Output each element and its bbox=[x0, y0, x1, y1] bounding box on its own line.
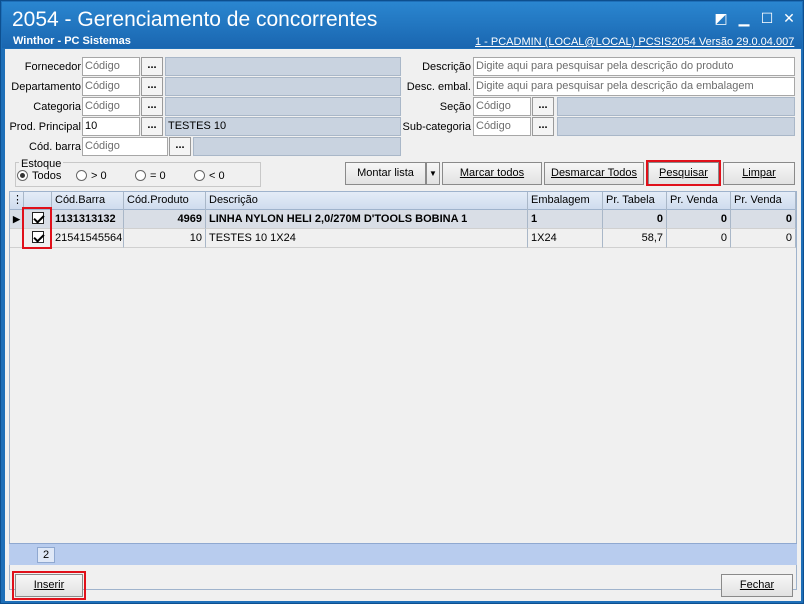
descricao-input[interactable]: Digite aqui para pesquisar pela descriçã… bbox=[473, 57, 795, 76]
estoque-radio-positive[interactable]: > 0 bbox=[76, 170, 107, 182]
prod-principal-label: Prod. Principal bbox=[9, 121, 81, 133]
fornecedor-label: Fornecedor bbox=[24, 61, 81, 73]
col-header-cod-produto[interactable]: Cód.Produto bbox=[124, 192, 206, 210]
prod-principal-code-input[interactable]: 10 bbox=[82, 117, 140, 136]
secao-code-input[interactable]: Código bbox=[473, 97, 531, 116]
estoque-radio-todos[interactable]: Todos bbox=[17, 170, 61, 182]
cell-pr-venda-1: 0 bbox=[667, 229, 731, 248]
estoque-radio-label: > 0 bbox=[91, 170, 107, 182]
fechar-label: Fechar bbox=[739, 579, 775, 591]
grid-header: ⋮ Cód.Barra Cód.Produto Descrição Embala… bbox=[10, 192, 796, 210]
limpar-label: Limpar bbox=[742, 167, 776, 179]
subcategoria-code-input[interactable]: Código bbox=[473, 117, 531, 136]
cell-pr-tabela: 0 bbox=[603, 210, 667, 229]
pesquisar-highlight bbox=[646, 160, 721, 186]
minimize-icon[interactable]: ▁ bbox=[735, 10, 753, 26]
fechar-button[interactable]: Fechar bbox=[721, 574, 793, 597]
descricao-label: Descrição bbox=[422, 61, 471, 73]
departamento-label: Departamento bbox=[11, 81, 81, 93]
desmarcar-todos-button[interactable]: Desmarcar Todos bbox=[544, 162, 644, 185]
subcategoria-description bbox=[557, 117, 795, 136]
inserir-highlight bbox=[12, 571, 86, 600]
cell-cod-produto: 4969 bbox=[124, 210, 206, 229]
montar-lista-button[interactable]: Montar lista bbox=[345, 162, 426, 185]
cod-barra-input[interactable]: Código bbox=[82, 137, 168, 156]
prod-principal-description: TESTES 10 bbox=[165, 117, 401, 136]
cod-barra-search-button[interactable]: ... bbox=[169, 137, 191, 156]
estoque-radio-zero[interactable]: = 0 bbox=[135, 170, 166, 182]
cell-cod-barra: 21541545564 bbox=[52, 229, 124, 248]
cod-barra-label: Cód. barra bbox=[29, 141, 81, 153]
estoque-radio-label: = 0 bbox=[150, 170, 166, 182]
estoque-radio-negative[interactable]: < 0 bbox=[194, 170, 225, 182]
record-count: 2 bbox=[37, 547, 55, 563]
secao-description bbox=[557, 97, 795, 116]
prod-principal-search-button[interactable]: ... bbox=[141, 117, 163, 136]
close-icon[interactable]: ✕ bbox=[780, 10, 798, 26]
grid-footer: 2 bbox=[9, 543, 797, 565]
user-info: 1 - PCADMIN (LOCAL@LOCAL) PCSIS2054 Vers… bbox=[475, 36, 795, 48]
col-header-pr-venda-1[interactable]: Pr. Venda bbox=[667, 192, 731, 210]
fornecedor-description bbox=[165, 57, 401, 76]
col-header-cod-barra[interactable]: Cód.Barra bbox=[52, 192, 124, 210]
estoque-radio-label: < 0 bbox=[209, 170, 225, 182]
estoque-radio-label: Todos bbox=[32, 170, 62, 182]
products-grid: ⋮ Cód.Barra Cód.Produto Descrição Embala… bbox=[9, 191, 797, 590]
categoria-search-button[interactable]: ... bbox=[141, 97, 163, 116]
categoria-label: Categoria bbox=[33, 101, 81, 113]
checkbox-highlight bbox=[22, 207, 52, 249]
cell-descricao: TESTES 10 1X24 bbox=[206, 229, 528, 248]
secao-search-button[interactable]: ... bbox=[532, 97, 554, 116]
restore-icon[interactable]: ◩ bbox=[712, 10, 730, 26]
window-subtitle: Winthor - PC Sistemas bbox=[13, 35, 131, 47]
table-row[interactable]: 21541545564 10 TESTES 10 1X24 1X24 58,7 … bbox=[10, 229, 796, 248]
subcategoria-label: Sub-categoria bbox=[402, 121, 472, 133]
col-header-pr-tabela[interactable]: Pr. Tabela bbox=[603, 192, 667, 210]
radio-icon bbox=[135, 170, 146, 181]
cell-embalagem: 1 bbox=[528, 210, 603, 229]
secao-label: Seção bbox=[439, 101, 471, 113]
app-window: 2054 - Gerenciamento de concorrentes Win… bbox=[0, 0, 804, 604]
cell-descricao: LINHA NYLON HELI 2,0/270M D'TOOLS BOBINA… bbox=[206, 210, 528, 229]
radio-icon bbox=[76, 170, 87, 181]
marcar-todos-label: Marcar todos bbox=[459, 167, 525, 179]
title-bar: 2054 - Gerenciamento de concorrentes Win… bbox=[2, 2, 802, 48]
maximize-icon[interactable]: ☐ bbox=[758, 10, 776, 26]
departamento-search-button[interactable]: ... bbox=[141, 77, 163, 96]
departamento-code-input[interactable]: Código bbox=[82, 77, 140, 96]
form-area: Fornecedor Código ... Departamento Códig… bbox=[5, 49, 801, 601]
limpar-button[interactable]: Limpar bbox=[723, 162, 795, 185]
window-title: 2054 - Gerenciamento de concorrentes bbox=[12, 8, 378, 31]
desc-embal-label: Desc. embal. bbox=[406, 81, 471, 93]
cell-pr-venda-2: 0 bbox=[731, 210, 796, 229]
cod-barra-description bbox=[193, 137, 401, 156]
categoria-code-input[interactable]: Código bbox=[82, 97, 140, 116]
desc-embal-input[interactable]: Digite aqui para pesquisar pela descriçã… bbox=[473, 77, 795, 96]
cell-pr-venda-1: 0 bbox=[667, 210, 731, 229]
departamento-description bbox=[165, 77, 401, 96]
cell-pr-tabela: 58,7 bbox=[603, 229, 667, 248]
desmarcar-todos-label: Desmarcar Todos bbox=[551, 167, 637, 179]
table-row[interactable]: ▶ 1131313132 4969 LINHA NYLON HELI 2,0/2… bbox=[10, 210, 796, 229]
fornecedor-code-input[interactable]: Código bbox=[82, 57, 140, 76]
estoque-title: Estoque bbox=[19, 158, 64, 170]
radio-selected-icon bbox=[17, 170, 28, 181]
cell-cod-produto: 10 bbox=[124, 229, 206, 248]
subcategoria-search-button[interactable]: ... bbox=[532, 117, 554, 136]
col-header-embalagem[interactable]: Embalagem bbox=[528, 192, 603, 210]
cell-pr-venda-2: 0 bbox=[731, 229, 796, 248]
cell-embalagem: 1X24 bbox=[528, 229, 603, 248]
col-header-pr-venda-2[interactable]: Pr. Venda bbox=[731, 192, 796, 210]
radio-icon bbox=[194, 170, 205, 181]
marcar-todos-button[interactable]: Marcar todos bbox=[442, 162, 542, 185]
cell-cod-barra: 1131313132 bbox=[52, 210, 124, 229]
col-header-descricao[interactable]: Descrição bbox=[206, 192, 528, 210]
fornecedor-search-button[interactable]: ... bbox=[141, 57, 163, 76]
montar-lista-dropdown-icon[interactable]: ▼ bbox=[426, 162, 440, 185]
categoria-description bbox=[165, 97, 401, 116]
